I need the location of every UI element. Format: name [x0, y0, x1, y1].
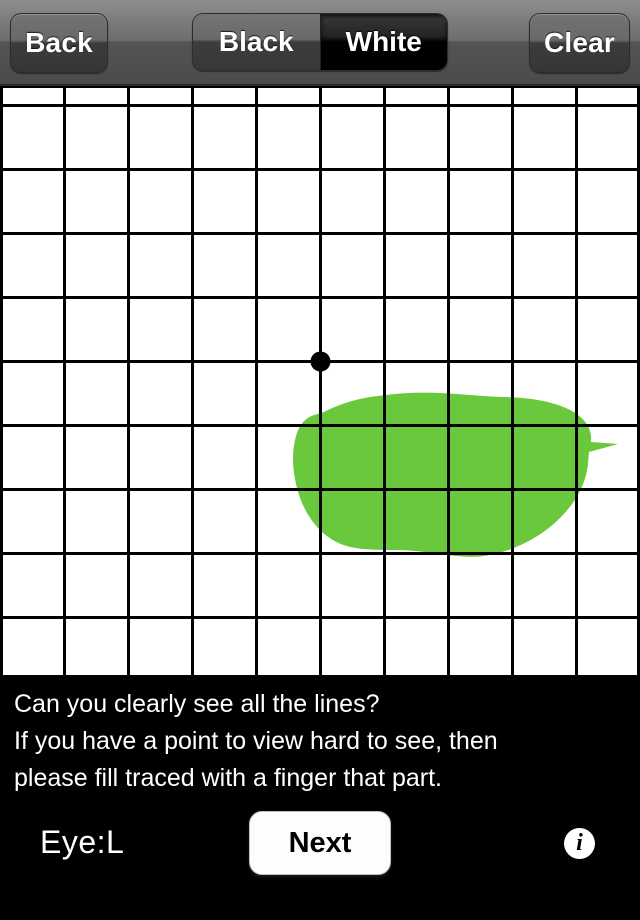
- fixation-dot: [310, 351, 331, 372]
- back-button[interactable]: Back: [10, 13, 108, 73]
- next-button[interactable]: Next: [249, 811, 391, 875]
- scotoma-marking-shape: [293, 392, 618, 557]
- grid-lines: [0, 86, 640, 678]
- eye-label: Eye:L: [40, 824, 125, 860]
- instruction-line-2: If you have a point to view hard to see,…: [14, 727, 498, 755]
- top-toolbar: Back Black White Clear: [0, 0, 640, 86]
- instruction-line-1: Can you clearly see all the lines?: [14, 690, 380, 718]
- instruction-line-3: please fill traced with a finger that pa…: [14, 764, 443, 792]
- info-icon[interactable]: i: [564, 828, 595, 859]
- amsler-grid-canvas[interactable]: [0, 86, 640, 678]
- segment-white[interactable]: White: [319, 14, 447, 70]
- segment-black[interactable]: Black: [193, 14, 320, 70]
- instruction-panel: Can you clearly see all the lines? If yo…: [0, 678, 640, 802]
- info-glyph: i: [576, 829, 583, 856]
- color-mode-segmented-control[interactable]: Black White: [192, 13, 448, 71]
- app-root: Back Black White Clear Can you clearly s…: [0, 0, 640, 920]
- amsler-grid-svg[interactable]: [0, 86, 640, 678]
- clear-button[interactable]: Clear: [529, 13, 630, 73]
